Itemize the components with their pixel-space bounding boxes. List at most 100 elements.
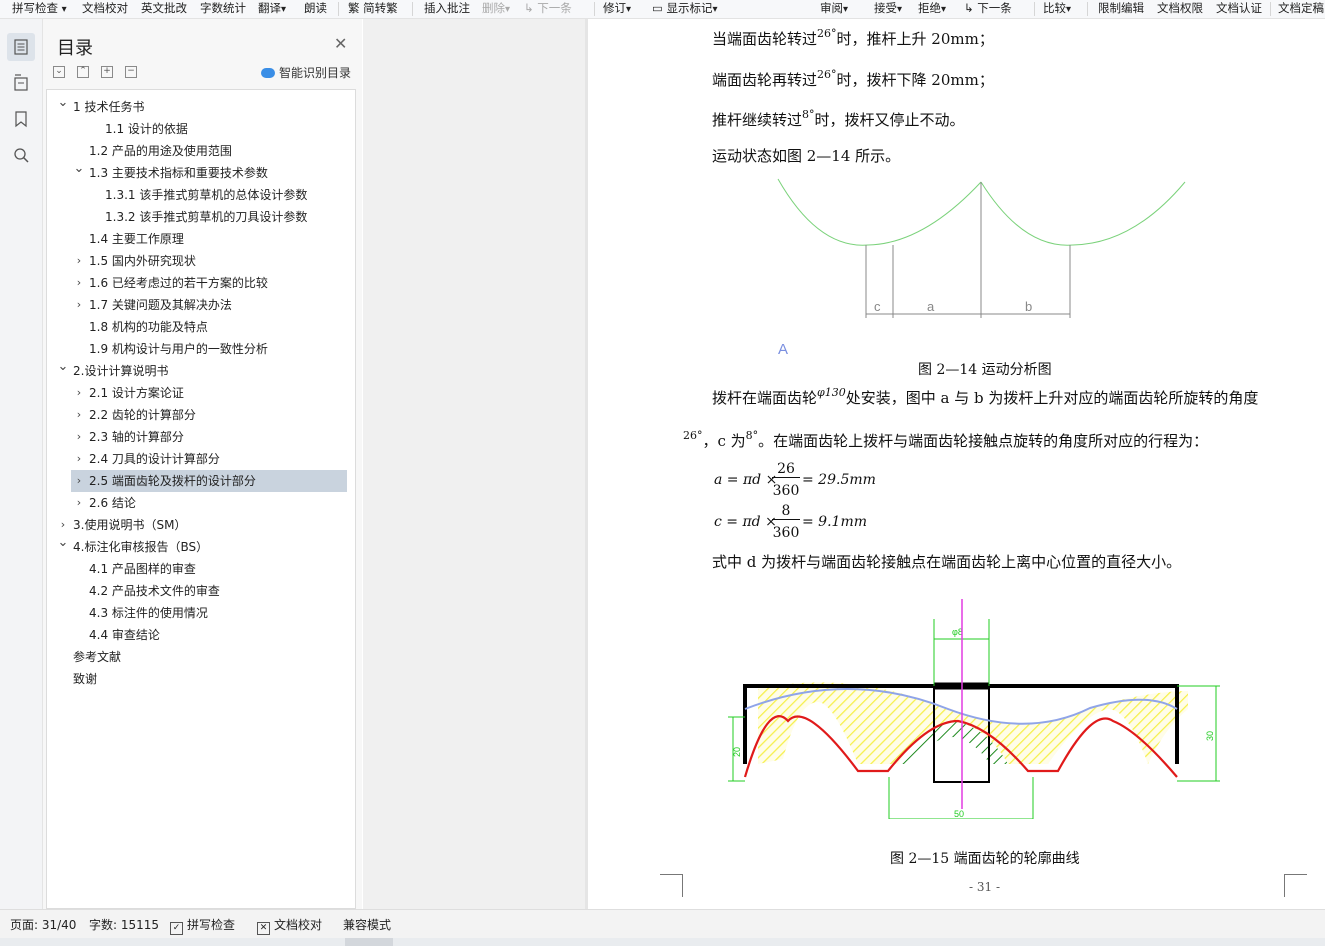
toc-item[interactable]: 4.2 产品技术文件的审查 <box>49 580 349 602</box>
translate-button[interactable]: 翻译▾ <box>258 0 286 18</box>
chevron-right-icon[interactable]: › <box>73 382 85 404</box>
proofread-toggle[interactable]: ✕ 文档校对 <box>257 916 322 935</box>
show-markup-button[interactable]: ▭ 显示标记▾ <box>652 0 718 18</box>
chapter-nav-button[interactable] <box>7 69 35 97</box>
find-button[interactable] <box>7 141 35 169</box>
collapse-all-icon[interactable]: ⌄ <box>53 66 65 78</box>
toc-item[interactable]: 1.4 主要工作原理 <box>49 228 349 250</box>
chevron-right-icon[interactable]: › <box>73 404 85 426</box>
word-count-indicator[interactable]: 字数: 15115 <box>89 916 159 933</box>
english-correct-button[interactable]: 英文批改 <box>141 0 187 18</box>
toc-item[interactable]: › 2.3 轴的计算部分 <box>49 426 349 448</box>
toc-item-label: 1 技术任务书 <box>73 100 145 114</box>
doc-finalize-button[interactable]: 文档定稿 <box>1278 0 1324 18</box>
toc-item[interactable]: › 1.5 国内外研究现状 <box>49 250 349 272</box>
markup-icon: ▭ <box>652 1 663 15</box>
toc-panel: 目录 ✕ ⌄ ⌃ + − 智能识别目录 ⌄ 1 技术任务书 1.1 设计的依据 1.2… <box>43 19 362 909</box>
add-heading-icon[interactable]: + <box>101 66 113 78</box>
toc-item[interactable]: › 3.使用说明书（SM） <box>49 514 349 536</box>
next-change-button[interactable]: ↳ 下一条 <box>964 0 1012 18</box>
track-changes-button[interactable]: 修订▾ <box>603 0 631 18</box>
insert-comment-button[interactable]: 插入批注 <box>424 0 470 18</box>
chevron-right-icon[interactable]: › <box>73 492 85 514</box>
close-icon[interactable]: ✕ <box>334 34 347 53</box>
toc-item-label: 致谢 <box>73 672 98 686</box>
toc-item-label: 2.4 刀具的设计计算部分 <box>89 452 220 466</box>
toc-item[interactable]: 1.3.1 该手推式剪草机的总体设计参数 <box>49 184 349 206</box>
toc-item[interactable]: 1.2 产品的用途及使用范围 <box>49 140 349 162</box>
toc-item[interactable]: › 1.6 已经考虑过的若干方案的比较 <box>49 272 349 294</box>
spell-check-button[interactable]: 拼写检查 ▾ <box>12 0 67 18</box>
remove-heading-icon[interactable]: − <box>125 66 137 78</box>
toc-item[interactable]: 致谢 <box>49 668 349 690</box>
equation-c-lhs: c = πd × <box>714 514 777 530</box>
cam-curve-right <box>980 181 1186 246</box>
chevron-right-icon[interactable]: › <box>73 448 85 470</box>
toc-item[interactable]: › 2.4 刀具的设计计算部分 <box>49 448 349 470</box>
chevron-right-icon[interactable]: › <box>73 470 85 492</box>
simplified-to-traditional-button[interactable]: 繁 简转繁 <box>348 0 398 18</box>
toc-item[interactable]: 1.8 机构的功能及特点 <box>49 316 349 338</box>
toc-item[interactable]: ⌄ 1 技术任务书 <box>49 95 349 118</box>
chevron-down-icon[interactable]: ⌄ <box>57 356 69 378</box>
toc-item-label: 1.8 机构的功能及特点 <box>89 320 208 334</box>
toc-item-label: 1.6 已经考虑过的若干方案的比较 <box>89 276 268 290</box>
restrict-editing-button[interactable]: 限制编辑 <box>1098 0 1144 18</box>
toc-item[interactable]: 参考文献 <box>49 646 349 668</box>
page-indicator[interactable]: 页面: 31/40 <box>10 916 76 933</box>
doc-proofread-button[interactable]: 文档校对 <box>82 0 128 18</box>
review-dropdown-button[interactable]: 审阅▾ <box>820 0 848 18</box>
toc-item[interactable]: › 1.7 关键问题及其解决办法 <box>49 294 349 316</box>
toc-item[interactable]: ⌄ 1.3 主要技术指标和重要技术参数 <box>49 161 349 184</box>
word-count-button[interactable]: 字数统计 <box>200 0 246 18</box>
doc-certify-button[interactable]: 文档认证 <box>1216 0 1262 18</box>
nav-rail <box>0 19 43 909</box>
toc-item[interactable]: › 2.1 设计方案论证 <box>49 382 349 404</box>
read-aloud-button[interactable]: 朗读 <box>304 0 327 18</box>
toc-item-label: 2.1 设计方案论证 <box>89 386 184 400</box>
horizontal-scroll-thumb[interactable] <box>345 938 393 946</box>
delete-comment-button[interactable]: 删除▾ <box>482 0 510 18</box>
dim-label-bottom: 50 <box>954 809 964 819</box>
smart-toc-button[interactable]: 智能识别目录 <box>261 64 351 81</box>
toc-item[interactable]: › 2.2 齿轮的计算部分 <box>49 404 349 426</box>
face-gear-profile-figure: φ8 50 20 30 <box>728 599 1220 819</box>
bookmark-button[interactable] <box>7 105 35 133</box>
chevron-right-icon[interactable]: › <box>73 272 85 294</box>
chevron-down-icon[interactable]: ⌄ <box>73 158 85 180</box>
toc-item[interactable]: › 2.5 端面齿轮及拨杆的设计部分 <box>71 470 347 492</box>
motion-analysis-figure: c a b A <box>777 178 1186 358</box>
toc-item-label: 2.2 齿轮的计算部分 <box>89 408 196 422</box>
toc-item[interactable]: 4.1 产品图样的审查 <box>49 558 349 580</box>
toc-item[interactable]: 4.3 标注件的使用情况 <box>49 602 349 624</box>
chevron-down-icon[interactable]: ⌄ <box>57 532 69 554</box>
chevron-right-icon[interactable]: › <box>73 426 85 448</box>
chevron-right-icon[interactable]: › <box>73 250 85 272</box>
toc-panel-button[interactable] <box>7 33 35 61</box>
toolbar-separator <box>338 2 339 16</box>
reject-button[interactable]: 拒绝▾ <box>918 0 946 18</box>
next-arrow-icon: ↳ <box>524 1 534 15</box>
expand-up-icon[interactable]: ⌃ <box>77 66 89 78</box>
toc-item-label: 4.4 审查结论 <box>89 628 160 642</box>
toc-item[interactable]: ⌄ 2.设计计算说明书 <box>49 359 349 382</box>
toc-item[interactable]: 1.1 设计的依据 <box>49 118 349 140</box>
toc-item[interactable]: 4.4 审查结论 <box>49 624 349 646</box>
toc-item-label: 1.4 主要工作原理 <box>89 232 184 246</box>
spell-check-toggle[interactable]: ✓ 拼写检查 <box>170 916 235 935</box>
toc-item[interactable]: 1.3.2 该手推式剪草机的刀具设计参数 <box>49 206 349 228</box>
chevron-right-icon[interactable]: › <box>73 294 85 316</box>
chevron-down-icon[interactable]: ⌄ <box>57 92 69 114</box>
compare-button[interactable]: 比较▾ <box>1043 0 1071 18</box>
toc-item[interactable]: › 2.6 结论 <box>49 492 349 514</box>
toc-item[interactable]: 1.9 机构设计与用户的一致性分析 <box>49 338 349 360</box>
doc-permission-button[interactable]: 文档权限 <box>1157 0 1203 18</box>
toc-item-label: 4.标注化审核报告（BS） <box>73 540 209 554</box>
toc-icon <box>14 39 28 55</box>
toc-item-label: 1.1 设计的依据 <box>105 122 188 136</box>
toc-item[interactable]: ⌄ 4.标注化审核报告（BS） <box>49 535 349 558</box>
next-comment-button[interactable]: ↳ 下一条 <box>524 0 572 18</box>
document-page[interactable]: 当端面齿轮转过26°时，推杆上升 20mm； 端面齿轮再转过26°时，拨杆下降 … <box>588 19 1325 909</box>
accept-button[interactable]: 接受▾ <box>874 0 902 18</box>
toc-item-label: 3.使用说明书（SM） <box>73 518 187 532</box>
